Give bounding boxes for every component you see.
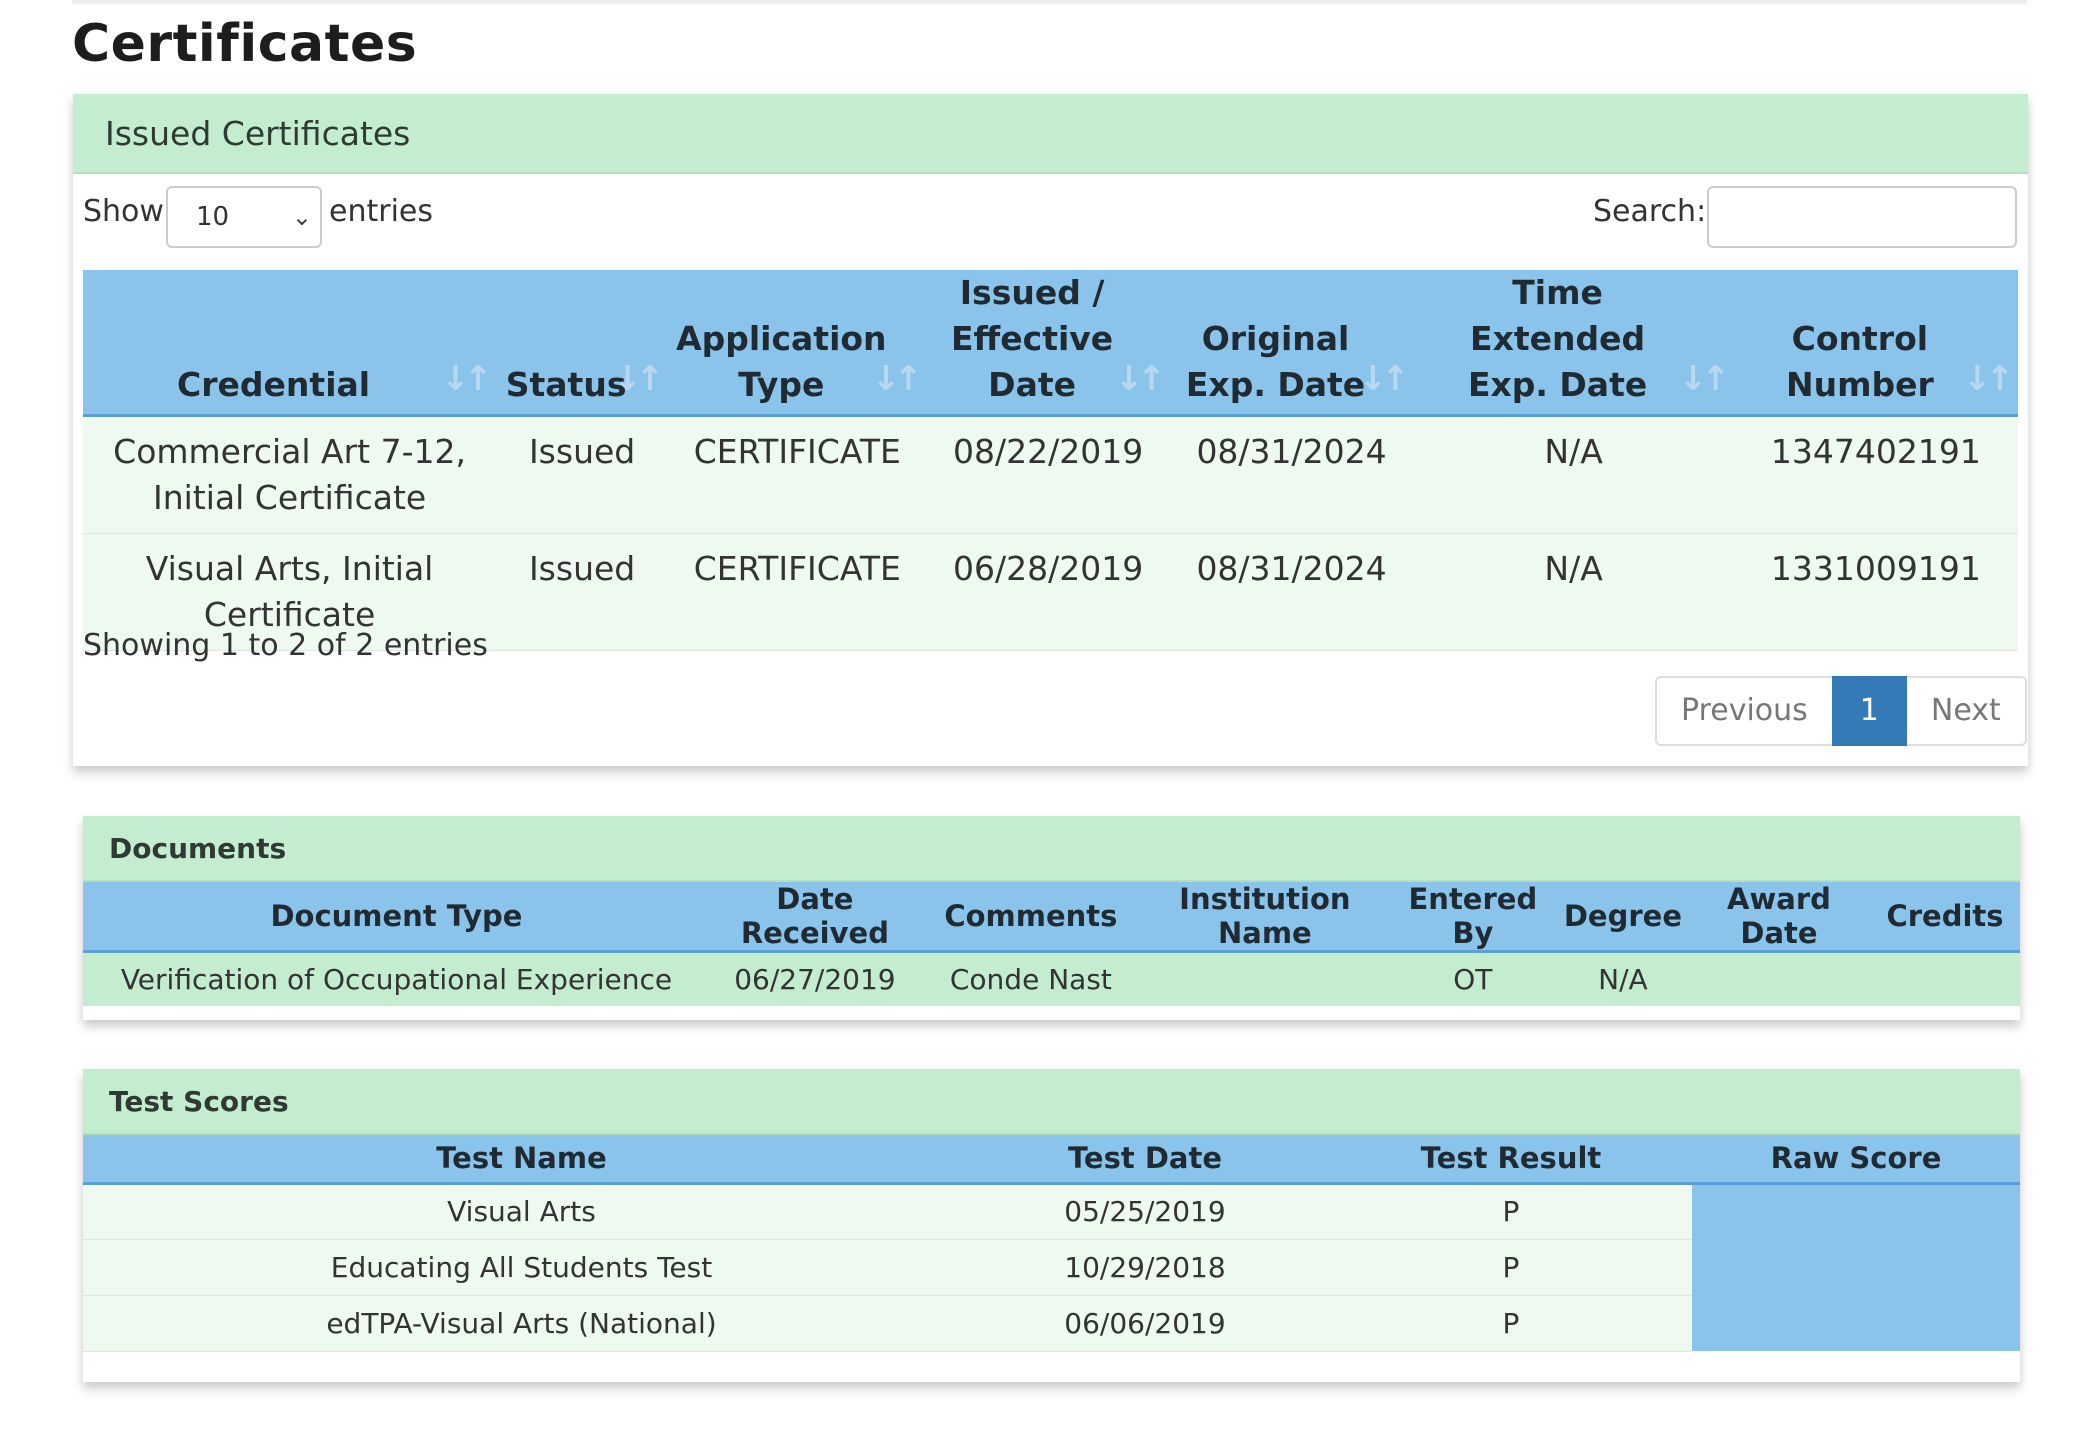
sort-both-icon: ↓↑ <box>1678 359 1730 399</box>
cell-comments: Conde Nast <box>919 951 1142 1006</box>
cell-institution-name <box>1141 951 1388 1006</box>
documents-panel: Documents Document Type Date Received Co… <box>83 816 2020 1020</box>
sort-both-icon: ↓↑ <box>1963 359 2014 399</box>
cell-award-date <box>1687 951 1870 1006</box>
cell-application-type: CERTIFICATE <box>668 415 927 534</box>
page-title: Certificates <box>72 14 418 74</box>
column-header-time-extended-exp-date[interactable]: Time Extended Exp. Date ↓↑ <box>1413 270 1734 417</box>
table-row: Commercial Art 7-12, Initial Certificate… <box>83 415 2018 534</box>
cell-time-extended-exp-date: N/A <box>1413 533 1734 651</box>
cell-test-name: Educating All Students Test <box>83 1239 960 1296</box>
test-scores-panel: Test Scores Test Name Test Date Test Res… <box>83 1069 2020 1382</box>
table-row: Visual Arts 05/25/2019 P <box>83 1183 2020 1240</box>
column-header-entered-by: Entered By <box>1387 882 1558 953</box>
column-header-status[interactable]: Status ↓↑ <box>496 270 669 417</box>
column-header-original-exp-date[interactable]: Original Exp. Date ↓↑ <box>1169 270 1414 417</box>
search-label: Search: <box>1593 194 1707 229</box>
cell-time-extended-exp-date: N/A <box>1413 415 1734 534</box>
sort-both-icon: ↓↑ <box>613 359 664 399</box>
cell-document-type: Verification of Occupational Experience <box>83 951 710 1006</box>
documents-table: Document Type Date Received Comments Ins… <box>83 882 2020 1006</box>
sort-both-icon: ↓↑ <box>441 359 492 399</box>
cell-credential: Commercial Art 7-12, Initial Certificate <box>83 415 497 534</box>
cell-test-result: P <box>1330 1183 1692 1240</box>
entries-label: entries <box>329 194 433 229</box>
test-scores-heading: Test Scores <box>83 1069 2020 1135</box>
documents-heading: Documents <box>83 816 2020 882</box>
cell-raw-score <box>1692 1183 2020 1239</box>
column-header-degree: Degree <box>1557 882 1688 953</box>
pagination: Previous 1 Next <box>1655 676 2027 746</box>
cell-test-result: P <box>1330 1239 1692 1296</box>
column-header-credential[interactable]: Credential ↓↑ <box>83 270 497 417</box>
cell-test-date: 05/25/2019 <box>960 1183 1330 1240</box>
test-scores-table: Test Name Test Date Test Result Raw Scor… <box>83 1135 2020 1352</box>
column-header-test-result: Test Result <box>1330 1135 1692 1185</box>
cell-test-name: edTPA-Visual Arts (National) <box>83 1295 960 1352</box>
chevron-down-icon: ⌄ <box>291 203 312 231</box>
previous-button[interactable]: Previous <box>1655 676 1832 746</box>
issued-certificates-heading: Issued Certificates <box>73 94 2028 174</box>
page-1-button[interactable]: 1 <box>1831 676 1907 746</box>
table-header-row: Test Name Test Date Test Result Raw Scor… <box>83 1135 2020 1185</box>
show-label: Show <box>83 194 164 229</box>
cell-date-received: 06/27/2019 <box>709 951 920 1006</box>
cell-test-date: 10/29/2018 <box>960 1239 1330 1296</box>
cell-test-date: 06/06/2019 <box>960 1295 1330 1352</box>
column-header-document-type: Document Type <box>83 882 710 953</box>
column-header-test-name: Test Name <box>83 1135 960 1185</box>
entries-length-select[interactable]: 10 ⌄ <box>166 186 322 248</box>
cell-original-exp-date: 08/31/2024 <box>1169 415 1414 534</box>
cell-issued-date: 08/22/2019 <box>926 415 1170 534</box>
cell-raw-score <box>1692 1295 2020 1351</box>
cell-degree: N/A <box>1557 951 1688 1006</box>
cell-control-number: 1347402191 <box>1733 415 2018 534</box>
column-header-award-date: Award Date <box>1687 882 1870 953</box>
cell-control-number: 1331009191 <box>1733 533 2018 651</box>
cell-raw-score <box>1692 1239 2020 1295</box>
sort-both-icon: ↓↑ <box>1114 359 1166 399</box>
cell-entered-by: OT <box>1387 951 1558 1006</box>
column-header-control-number[interactable]: Control Number ↓↑ <box>1733 270 2018 417</box>
cell-test-result: P <box>1330 1295 1692 1352</box>
next-button[interactable]: Next <box>1906 676 2027 746</box>
column-header-test-date: Test Date <box>960 1135 1330 1185</box>
cell-test-name: Visual Arts <box>83 1183 960 1240</box>
column-header-raw-score: Raw Score <box>1692 1135 2020 1185</box>
cell-status: Issued <box>496 533 669 651</box>
table-row: Verification of Occupational Experience … <box>83 951 2020 1006</box>
table-row: edTPA-Visual Arts (National) 06/06/2019 … <box>83 1295 2020 1352</box>
cell-issued-date: 06/28/2019 <box>926 533 1170 651</box>
cell-status: Issued <box>496 415 669 534</box>
table-header-row: Credential ↓↑ Status ↓↑ Application Type … <box>83 270 2018 417</box>
column-header-institution-name: Institution Name <box>1141 882 1388 953</box>
sort-both-icon: ↓↑ <box>871 359 923 399</box>
column-header-application-type[interactable]: Application Type ↓↑ <box>668 270 927 417</box>
search-input[interactable] <box>1707 186 2017 248</box>
column-header-issued-date[interactable]: Issued / Effective Date ↓↑ <box>926 270 1170 417</box>
top-divider <box>72 0 2027 4</box>
cell-credits <box>1869 951 2020 1006</box>
issued-certificates-table: Credential ↓↑ Status ↓↑ Application Type … <box>83 270 2018 651</box>
entries-length-value: 10 <box>196 202 230 232</box>
column-header-comments: Comments <box>919 882 1142 953</box>
cell-application-type: CERTIFICATE <box>668 533 927 651</box>
cell-original-exp-date: 08/31/2024 <box>1169 533 1414 651</box>
issued-certificates-panel: Issued Certificates Show 10 ⌄ entries Se… <box>73 94 2028 766</box>
column-header-date-received: Date Received <box>709 882 920 953</box>
sort-both-icon: ↓↑ <box>1358 359 1409 399</box>
table-header-row: Document Type Date Received Comments Ins… <box>83 882 2020 953</box>
column-header-credits: Credits <box>1869 882 2020 953</box>
table-info: Showing 1 to 2 of 2 entries <box>83 628 488 663</box>
table-row: Educating All Students Test 10/29/2018 P <box>83 1239 2020 1296</box>
